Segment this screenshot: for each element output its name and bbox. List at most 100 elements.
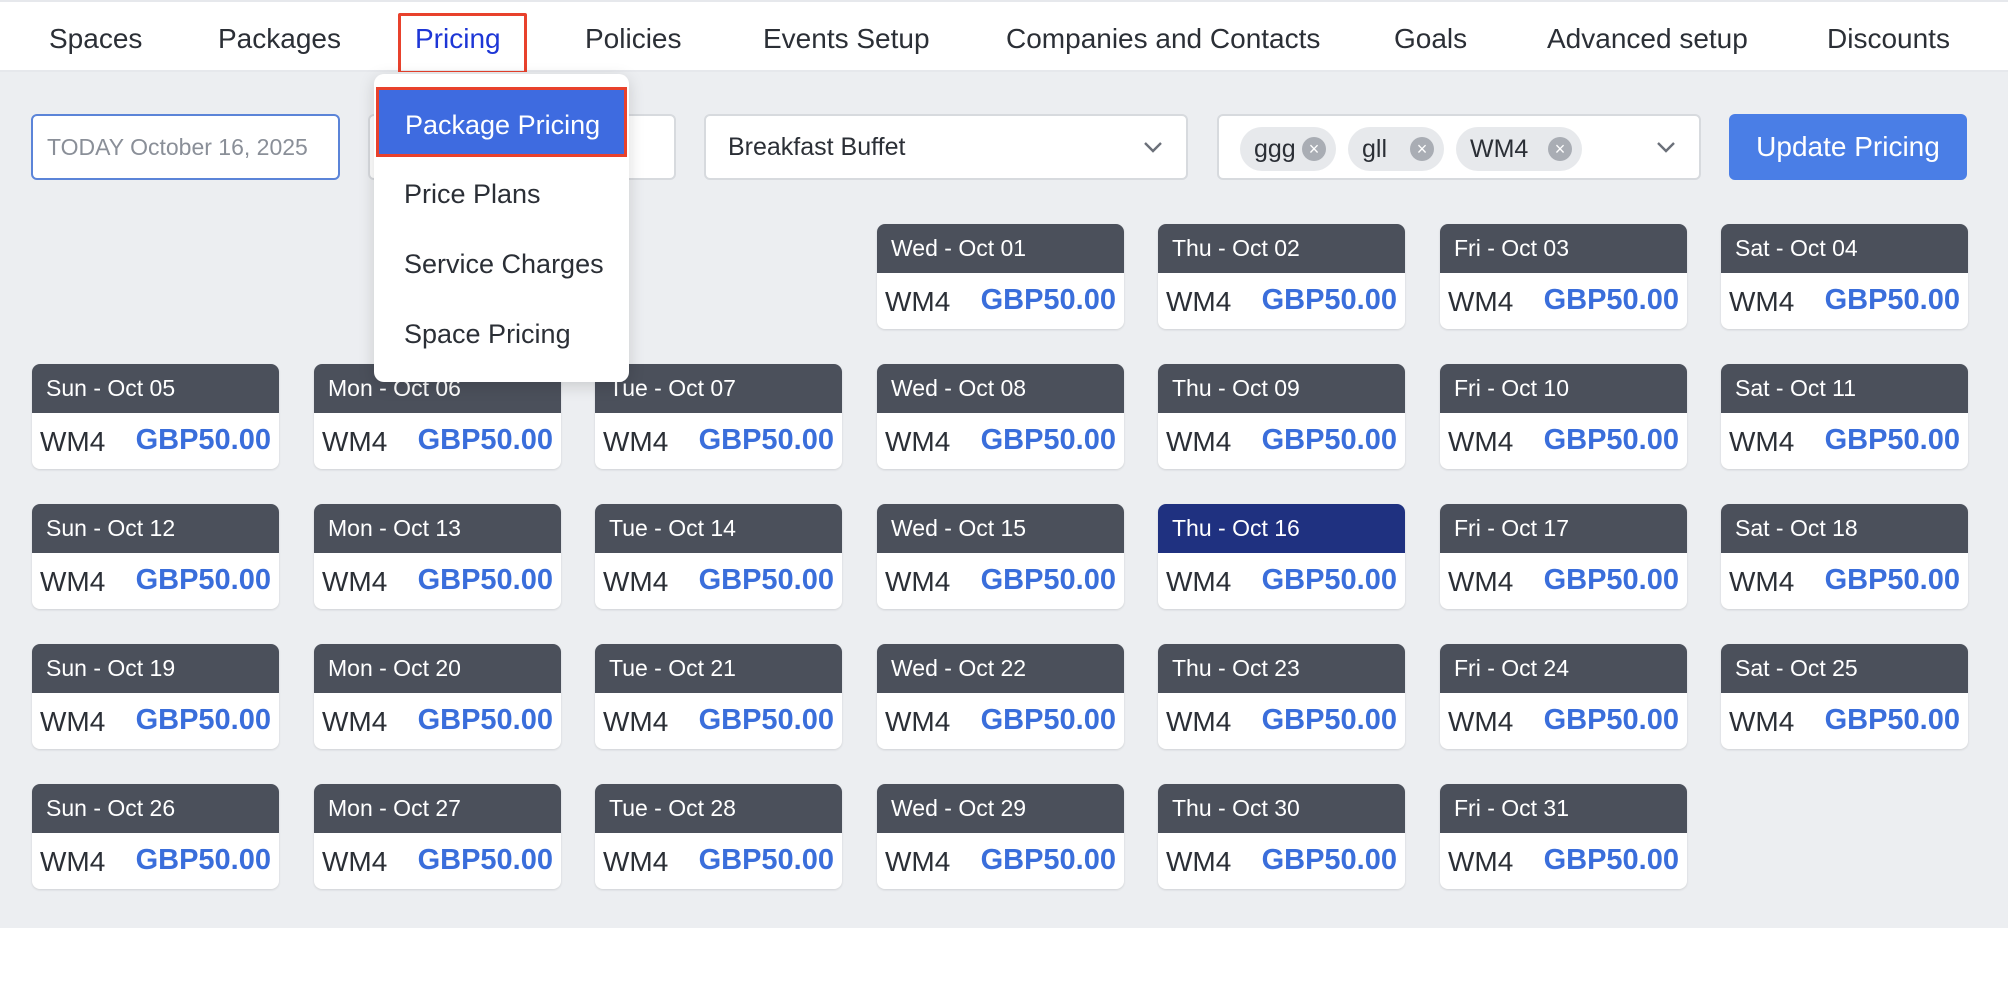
rate-code: WM4 bbox=[1166, 566, 1232, 597]
day-label: Sun - Oct 05 bbox=[32, 364, 279, 413]
price-value: GBP50.00 bbox=[417, 424, 553, 456]
day-card[interactable]: Wed - Oct 01 WM4 GBP50.00 bbox=[877, 224, 1124, 329]
nav-advanced-setup[interactable]: Advanced setup bbox=[1547, 20, 1748, 58]
nav-goals[interactable]: Goals bbox=[1394, 20, 1467, 58]
day-card[interactable]: Tue - Oct 28 WM4 GBP50.00 bbox=[595, 784, 842, 889]
price-value: GBP50.00 bbox=[135, 564, 271, 596]
nav-companies-and-contacts[interactable]: Companies and Contacts bbox=[1006, 20, 1320, 58]
rate-code: WM4 bbox=[1166, 706, 1232, 737]
day-card-today[interactable]: Thu - Oct 16 WM4 GBP50.00 bbox=[1158, 504, 1405, 609]
menu-item-price-plans[interactable]: Price Plans bbox=[374, 159, 629, 229]
rate-code: WM4 bbox=[40, 846, 106, 877]
day-card[interactable]: Sat - Oct 25 WM4 GBP50.00 bbox=[1721, 644, 1968, 749]
rate-code: WM4 bbox=[1166, 426, 1232, 457]
day-label: Thu - Oct 30 bbox=[1158, 784, 1405, 833]
remove-tag-icon[interactable]: × bbox=[1410, 137, 1434, 161]
day-card[interactable]: Sat - Oct 18 WM4 GBP50.00 bbox=[1721, 504, 1968, 609]
day-card[interactable]: Tue - Oct 07 WM4 GBP50.00 bbox=[595, 364, 842, 469]
nav-pricing[interactable]: Pricing bbox=[415, 20, 501, 58]
day-card[interactable]: Wed - Oct 22 WM4 GBP50.00 bbox=[877, 644, 1124, 749]
price-value: GBP50.00 bbox=[1543, 424, 1679, 456]
nav-policies[interactable]: Policies bbox=[585, 20, 681, 58]
price-value: GBP50.00 bbox=[417, 704, 553, 736]
menu-item-service-charges[interactable]: Service Charges bbox=[374, 229, 629, 299]
day-card[interactable]: Fri - Oct 31 WM4 GBP50.00 bbox=[1440, 784, 1687, 889]
day-card[interactable]: Fri - Oct 03 WM4 GBP50.00 bbox=[1440, 224, 1687, 329]
rate-code: WM4 bbox=[885, 426, 951, 457]
price-value: GBP50.00 bbox=[980, 284, 1116, 316]
tag-label: WM4 bbox=[1470, 135, 1529, 163]
price-value: GBP50.00 bbox=[698, 704, 834, 736]
chevron-down-icon bbox=[1657, 142, 1675, 153]
rate-code: WM4 bbox=[885, 286, 951, 317]
update-pricing-button[interactable]: Update Pricing bbox=[1729, 114, 1967, 180]
selected-tag: WM4 × bbox=[1456, 127, 1582, 171]
day-label: Sat - Oct 25 bbox=[1721, 644, 1968, 693]
day-card[interactable]: Sat - Oct 11 WM4 GBP50.00 bbox=[1721, 364, 1968, 469]
day-card[interactable]: Tue - Oct 21 WM4 GBP50.00 bbox=[595, 644, 842, 749]
menu-item-package-pricing[interactable]: Package Pricing bbox=[376, 87, 627, 157]
space-multiselect[interactable]: ggg × gll × WM4 × bbox=[1217, 114, 1701, 180]
day-label: Sat - Oct 04 bbox=[1721, 224, 1968, 273]
day-card[interactable]: Fri - Oct 10 WM4 GBP50.00 bbox=[1440, 364, 1687, 469]
day-label: Sun - Oct 12 bbox=[32, 504, 279, 553]
day-label: Thu - Oct 16 bbox=[1158, 504, 1405, 553]
day-label: Tue - Oct 21 bbox=[595, 644, 842, 693]
remove-tag-icon[interactable]: × bbox=[1302, 137, 1326, 161]
day-card[interactable]: Mon - Oct 27 WM4 GBP50.00 bbox=[314, 784, 561, 889]
price-value: GBP50.00 bbox=[1261, 424, 1397, 456]
package-select-value: Breakfast Buffet bbox=[728, 133, 906, 161]
price-value: GBP50.00 bbox=[980, 844, 1116, 876]
day-label: Mon - Oct 13 bbox=[314, 504, 561, 553]
day-card[interactable]: Wed - Oct 15 WM4 GBP50.00 bbox=[877, 504, 1124, 609]
price-value: GBP50.00 bbox=[1824, 704, 1960, 736]
price-value: GBP50.00 bbox=[1824, 564, 1960, 596]
price-value: GBP50.00 bbox=[1824, 424, 1960, 456]
day-card[interactable]: Thu - Oct 09 WM4 GBP50.00 bbox=[1158, 364, 1405, 469]
day-card[interactable]: Thu - Oct 02 WM4 GBP50.00 bbox=[1158, 224, 1405, 329]
menu-item-space-pricing[interactable]: Space Pricing bbox=[374, 299, 629, 369]
rate-code: WM4 bbox=[40, 566, 106, 597]
rate-code: WM4 bbox=[1448, 426, 1514, 457]
remove-tag-icon[interactable]: × bbox=[1548, 137, 1572, 161]
day-card[interactable]: Thu - Oct 30 WM4 GBP50.00 bbox=[1158, 784, 1405, 889]
nav-events-setup[interactable]: Events Setup bbox=[763, 20, 930, 58]
rate-code: WM4 bbox=[40, 706, 106, 737]
day-card[interactable]: Fri - Oct 17 WM4 GBP50.00 bbox=[1440, 504, 1687, 609]
day-card[interactable]: Sun - Oct 26 WM4 GBP50.00 bbox=[32, 784, 279, 889]
day-card[interactable]: Sat - Oct 04 WM4 GBP50.00 bbox=[1721, 224, 1968, 329]
rate-code: WM4 bbox=[322, 846, 388, 877]
package-select[interactable]: Breakfast Buffet bbox=[704, 114, 1188, 180]
day-label: Sat - Oct 18 bbox=[1721, 504, 1968, 553]
day-card[interactable]: Thu - Oct 23 WM4 GBP50.00 bbox=[1158, 644, 1405, 749]
day-card[interactable]: Wed - Oct 29 WM4 GBP50.00 bbox=[877, 784, 1124, 889]
day-label: Mon - Oct 27 bbox=[314, 784, 561, 833]
tag-label: ggg bbox=[1254, 135, 1296, 163]
day-card[interactable]: Tue - Oct 14 WM4 GBP50.00 bbox=[595, 504, 842, 609]
rate-code: WM4 bbox=[322, 426, 388, 457]
day-card[interactable]: Mon - Oct 20 WM4 GBP50.00 bbox=[314, 644, 561, 749]
day-label: Sun - Oct 26 bbox=[32, 784, 279, 833]
day-card[interactable]: Wed - Oct 08 WM4 GBP50.00 bbox=[877, 364, 1124, 469]
day-label: Wed - Oct 15 bbox=[877, 504, 1124, 553]
date-picker-input[interactable]: TODAY October 16, 2025 bbox=[31, 114, 340, 180]
day-label: Fri - Oct 03 bbox=[1440, 224, 1687, 273]
nav-packages[interactable]: Packages bbox=[218, 20, 341, 58]
day-card[interactable]: Fri - Oct 24 WM4 GBP50.00 bbox=[1440, 644, 1687, 749]
day-card[interactable]: Sun - Oct 19 WM4 GBP50.00 bbox=[32, 644, 279, 749]
day-card[interactable]: Sun - Oct 05 WM4 GBP50.00 bbox=[32, 364, 279, 469]
rate-code: WM4 bbox=[885, 706, 951, 737]
rate-code: WM4 bbox=[40, 426, 106, 457]
price-value: GBP50.00 bbox=[1543, 284, 1679, 316]
rate-code: WM4 bbox=[1448, 706, 1514, 737]
day-label: Mon - Oct 20 bbox=[314, 644, 561, 693]
day-label: Thu - Oct 09 bbox=[1158, 364, 1405, 413]
price-value: GBP50.00 bbox=[698, 844, 834, 876]
nav-spaces[interactable]: Spaces bbox=[49, 20, 142, 58]
day-card[interactable]: Mon - Oct 13 WM4 GBP50.00 bbox=[314, 504, 561, 609]
price-value: GBP50.00 bbox=[698, 424, 834, 456]
day-card[interactable]: Sun - Oct 12 WM4 GBP50.00 bbox=[32, 504, 279, 609]
nav-discounts[interactable]: Discounts bbox=[1827, 20, 1950, 58]
day-label: Thu - Oct 02 bbox=[1158, 224, 1405, 273]
rate-code: WM4 bbox=[1729, 426, 1795, 457]
